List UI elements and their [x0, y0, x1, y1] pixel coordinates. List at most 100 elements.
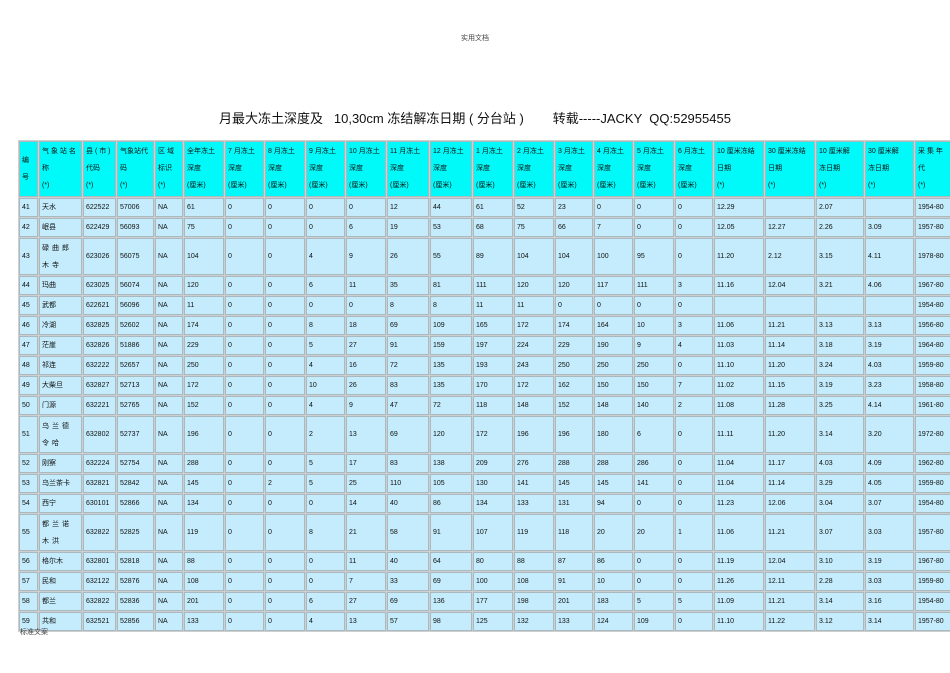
table-cell: 3.13: [865, 316, 914, 335]
table-cell: 0: [346, 296, 386, 315]
table-cell: 193: [473, 356, 513, 375]
table-cell: 大柴旦: [39, 376, 82, 395]
column-header-line: 深度: [517, 165, 531, 172]
table-cell: 118: [555, 514, 593, 551]
table-row: 44 玛曲 623025 56074 NA 120 0 0 6 11 35 81 111 120 120 11…: [19, 276, 950, 295]
table-cell: 172: [184, 376, 224, 395]
table-cell: 632802: [83, 416, 116, 453]
table-cell: 229: [555, 336, 593, 355]
table-cell: 110: [387, 474, 429, 493]
table-cell: 8: [306, 316, 345, 335]
table-cell: 141: [514, 474, 554, 493]
table-cell: 11.20: [714, 238, 764, 275]
table-cell: [865, 198, 914, 217]
table-cell: NA: [155, 572, 183, 591]
table-cell: 0: [675, 612, 713, 631]
table-cell: 91: [387, 336, 429, 355]
table-cell: 6: [306, 592, 345, 611]
table-cell: 8: [306, 514, 345, 551]
table-cell: 117: [594, 276, 633, 295]
table-cell: 52876: [117, 572, 154, 591]
table-cell: NA: [155, 514, 183, 551]
column-header-line: 1 月冻土: [476, 148, 503, 155]
table-cell: 1964-80: [915, 336, 950, 355]
column-header-line: (厘米): [476, 182, 495, 189]
table-cell: 11.04: [714, 454, 764, 473]
table-cell: 174: [555, 316, 593, 335]
table-cell: 13: [346, 416, 386, 453]
table-cell: 都兰: [39, 592, 82, 611]
table-cell: 11.06: [714, 514, 764, 551]
table-cell: 0: [306, 198, 345, 217]
table-cell: 0: [265, 572, 305, 591]
column-header: 8 月冻土 深度 (厘米): [265, 141, 305, 197]
table-cell: 0: [675, 552, 713, 571]
table-cell: 42: [19, 218, 38, 237]
table-cell: 33: [387, 572, 429, 591]
table-cell: 27: [346, 592, 386, 611]
table-cell: 131: [555, 494, 593, 513]
table-cell: 0: [225, 198, 264, 217]
table-cell: 86: [430, 494, 472, 513]
table-cell: 17: [346, 454, 386, 473]
table-cell: 11.14: [765, 336, 815, 355]
table-cell: 58: [387, 514, 429, 551]
table-cell: 107: [473, 514, 513, 551]
table-cell: 133: [555, 612, 593, 631]
table-cell: 4.05: [865, 474, 914, 493]
column-header-line: 深度: [268, 165, 282, 172]
table-cell: 118: [473, 396, 513, 415]
table-cell: 0: [225, 316, 264, 335]
table-cell: 145: [184, 474, 224, 493]
table-cell: 45: [19, 296, 38, 315]
table-cell: 172: [514, 316, 554, 335]
table-cell: 11.19: [714, 552, 764, 571]
table-cell: 4.14: [865, 396, 914, 415]
table-cell: 0: [594, 296, 633, 315]
table-cell: 11: [184, 296, 224, 315]
table-cell: NA: [155, 356, 183, 375]
table-cell: 6: [634, 416, 674, 453]
table-cell: 0: [265, 376, 305, 395]
table-cell: 130: [473, 474, 513, 493]
table-cell: 119: [184, 514, 224, 551]
table-row: 43 碌曲郎木寺 623026 56075 NA 104 0 0 4 9 26 55 89 104 104 1…: [19, 238, 950, 275]
table-cell: 乌兰德令哈: [39, 416, 82, 453]
table-cell: 632224: [83, 454, 116, 473]
table-cell: 0: [265, 336, 305, 355]
table-cell: 632222: [83, 356, 116, 375]
table-cell: 209: [473, 454, 513, 473]
table-cell: 5: [306, 336, 345, 355]
table-cell: 133: [184, 612, 224, 631]
column-header-line: (厘米): [433, 182, 452, 189]
table-cell: 86: [594, 552, 633, 571]
table-cell: 109: [634, 612, 674, 631]
table-cell: 54: [19, 494, 38, 513]
table-cell: 276: [514, 454, 554, 473]
table-cell: 162: [555, 376, 593, 395]
table-cell: 0: [225, 218, 264, 237]
table-cell: 1962-80: [915, 454, 950, 473]
table-cell: 12.29: [714, 198, 764, 217]
column-header-line: (厘米): [678, 182, 697, 189]
table-cell: 9: [634, 336, 674, 355]
table-cell: 69: [387, 316, 429, 335]
table-cell: NA: [155, 218, 183, 237]
table-cell: 0: [225, 376, 264, 395]
table-cell: 26: [387, 238, 429, 275]
table-cell: 0: [265, 494, 305, 513]
table-cell: 1954-80: [915, 494, 950, 513]
column-header-line: 深度: [349, 165, 363, 172]
table-cell: 2.28: [816, 572, 864, 591]
table-cell: 7: [346, 572, 386, 591]
column-header-line: 冻日期: [819, 165, 840, 172]
table-cell: 80: [473, 552, 513, 571]
table-cell: 0: [675, 494, 713, 513]
table-cell: 44: [430, 198, 472, 217]
frozen-soil-table: 编号气 象 站 名称 (*) 县 ( 市 ) 代码 (*) 气象站代码 (*) 区 域标识 (*…: [18, 140, 950, 632]
table-cell: 4.06: [865, 276, 914, 295]
column-header-line: (*): [120, 182, 128, 189]
table-cell: 87: [555, 552, 593, 571]
table-cell: 632825: [83, 316, 116, 335]
table-row: 50 门源 632221 52765 NA 152 0 0 4 9 47 72 118 148 152 148…: [19, 396, 950, 415]
